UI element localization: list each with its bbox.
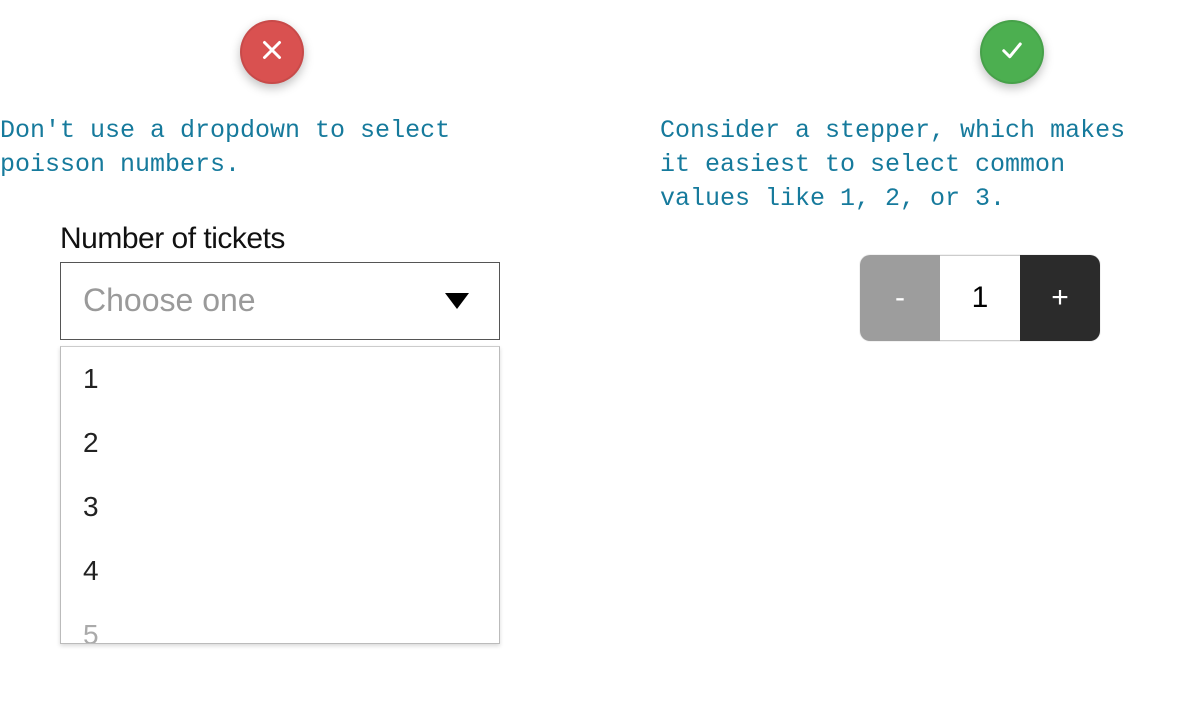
stepper-decrement[interactable]: - bbox=[860, 255, 940, 341]
check-badge bbox=[980, 20, 1044, 84]
chevron-down-icon bbox=[445, 293, 469, 309]
check-icon bbox=[997, 35, 1027, 70]
select-option[interactable]: 1 bbox=[61, 347, 499, 411]
select-option[interactable]: 3 bbox=[61, 475, 499, 539]
advice-do: Consider a stepper, which makes it easie… bbox=[660, 114, 1170, 215]
quantity-stepper: - 1 + bbox=[860, 255, 1100, 341]
select-option[interactable]: 2 bbox=[61, 411, 499, 475]
example-dont: Don't use a dropdown to select poisson n… bbox=[0, 0, 600, 726]
cross-icon bbox=[257, 35, 287, 70]
stepper-value: 1 bbox=[940, 255, 1020, 341]
example-do: Consider a stepper, which makes it easie… bbox=[600, 0, 1200, 726]
select-placeholder: Choose one bbox=[83, 282, 256, 319]
select-options: 1 2 3 4 5 bbox=[60, 346, 500, 644]
select-input[interactable]: Choose one bbox=[60, 262, 500, 340]
advice-dont: Don't use a dropdown to select poisson n… bbox=[0, 114, 570, 182]
cross-badge bbox=[240, 20, 304, 84]
field-label: Number of tickets bbox=[60, 222, 500, 256]
select-option[interactable]: 5 bbox=[61, 603, 499, 643]
stepper-increment[interactable]: + bbox=[1020, 255, 1100, 341]
dropdown-example: Number of tickets Choose one 1 2 3 4 5 bbox=[60, 222, 500, 644]
select-option[interactable]: 4 bbox=[61, 539, 499, 603]
